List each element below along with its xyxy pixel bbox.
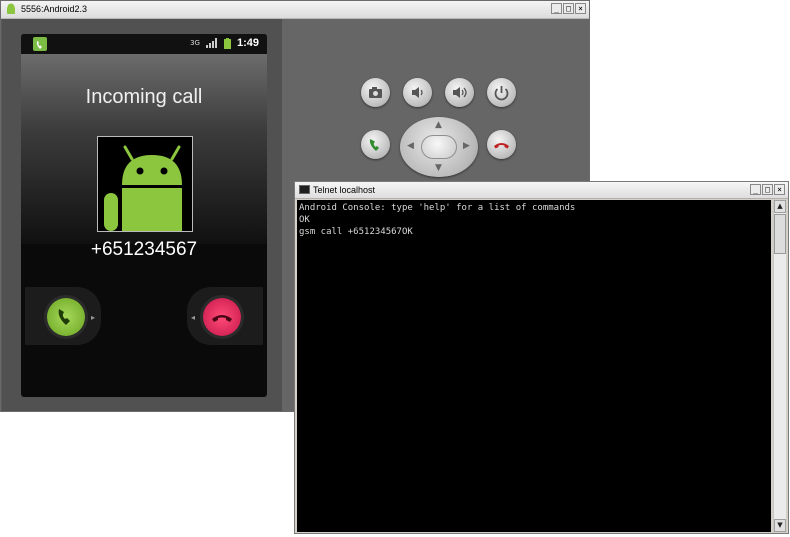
emulator-window-controls: _ □ × <box>551 3 586 14</box>
telnet-window-controls: _ □ × <box>750 184 785 195</box>
telnet-titlebar[interactable]: Telnet localhost _ □ × <box>295 182 788 199</box>
dpad-left-icon[interactable]: ◀ <box>407 142 414 151</box>
volume-up-icon <box>453 87 467 98</box>
console-output[interactable]: Android Console: type 'help' for a list … <box>297 200 771 532</box>
answer-slider-tab[interactable]: ▸ <box>25 287 101 345</box>
incoming-call-heading: Incoming call <box>85 86 203 108</box>
minimize-button[interactable]: _ <box>551 3 562 14</box>
call-button[interactable] <box>361 130 390 159</box>
end-call-icon <box>494 143 509 149</box>
volume-down-button[interactable] <box>403 78 432 107</box>
android-robot-icon <box>104 145 182 231</box>
scrollbar-thumb[interactable] <box>774 214 786 254</box>
maximize-button[interactable]: □ <box>563 3 574 14</box>
telnet-title: Telnet localhost <box>313 185 376 195</box>
phone-screen[interactable]: 3G 1:49 Incoming call +651234567 ▸ ◂ <box>21 34 267 397</box>
status-icons: 3G 1:49 <box>190 37 259 49</box>
dpad-right-icon[interactable]: ▶ <box>463 142 470 151</box>
decline-slider-tab[interactable]: ◂ <box>187 287 263 345</box>
scroll-down-icon[interactable]: ▼ <box>774 519 786 532</box>
emulator-title: 5556:Android2.3 <box>21 4 88 14</box>
camera-icon <box>369 87 382 98</box>
dpad-down-icon[interactable]: ▼ <box>435 164 442 173</box>
maximize-button[interactable]: □ <box>762 184 773 195</box>
battery-icon <box>223 37 231 49</box>
dpad-up-icon[interactable]: ▲ <box>435 121 442 130</box>
right-arrow-icon: ▸ <box>91 313 96 322</box>
hangup-phone-icon <box>212 315 232 322</box>
phone-notification-icon <box>33 37 47 51</box>
decline-call-button[interactable] <box>203 298 241 336</box>
console-line: OK <box>299 215 310 225</box>
minimize-button[interactable]: _ <box>750 184 761 195</box>
emulator-titlebar[interactable]: 5556:Android2.3 _ □ × <box>1 1 589 19</box>
signal-icon <box>205 38 217 48</box>
telnet-window: Telnet localhost _ □ × Android Console: … <box>294 181 789 534</box>
dpad[interactable]: ▲ ▼ ◀ ▶ <box>400 117 478 177</box>
close-button[interactable]: × <box>774 184 785 195</box>
scroll-up-icon[interactable]: ▲ <box>774 200 786 213</box>
volume-down-icon <box>412 87 423 98</box>
phone-bezel: 3G 1:49 Incoming call +651234567 ▸ ◂ <box>2 19 282 411</box>
dpad-center-button[interactable] <box>421 135 457 159</box>
status-bar: 3G 1:49 <box>21 34 267 54</box>
vertical-scrollbar[interactable]: ▲ ▼ <box>773 200 786 532</box>
power-button[interactable] <box>487 78 516 107</box>
volume-up-button[interactable] <box>445 78 474 107</box>
network-icon: 3G <box>190 39 200 47</box>
console-app-icon <box>299 185 310 194</box>
answer-phone-icon <box>58 309 70 325</box>
console-line: gsm call +651234567OK <box>299 227 413 237</box>
left-arrow-icon: ◂ <box>191 313 196 322</box>
call-icon <box>369 139 379 151</box>
answer-call-button[interactable] <box>47 298 85 336</box>
power-icon <box>494 86 509 101</box>
console-line: Android Console: type 'help' for a list … <box>299 203 576 213</box>
end-call-button[interactable] <box>487 130 516 159</box>
caller-number: +651234567 <box>90 239 198 260</box>
status-time: 1:49 <box>236 37 259 49</box>
caller-avatar <box>97 136 193 232</box>
close-button[interactable]: × <box>575 3 586 14</box>
camera-button[interactable] <box>361 78 390 107</box>
android-app-icon <box>7 3 15 14</box>
